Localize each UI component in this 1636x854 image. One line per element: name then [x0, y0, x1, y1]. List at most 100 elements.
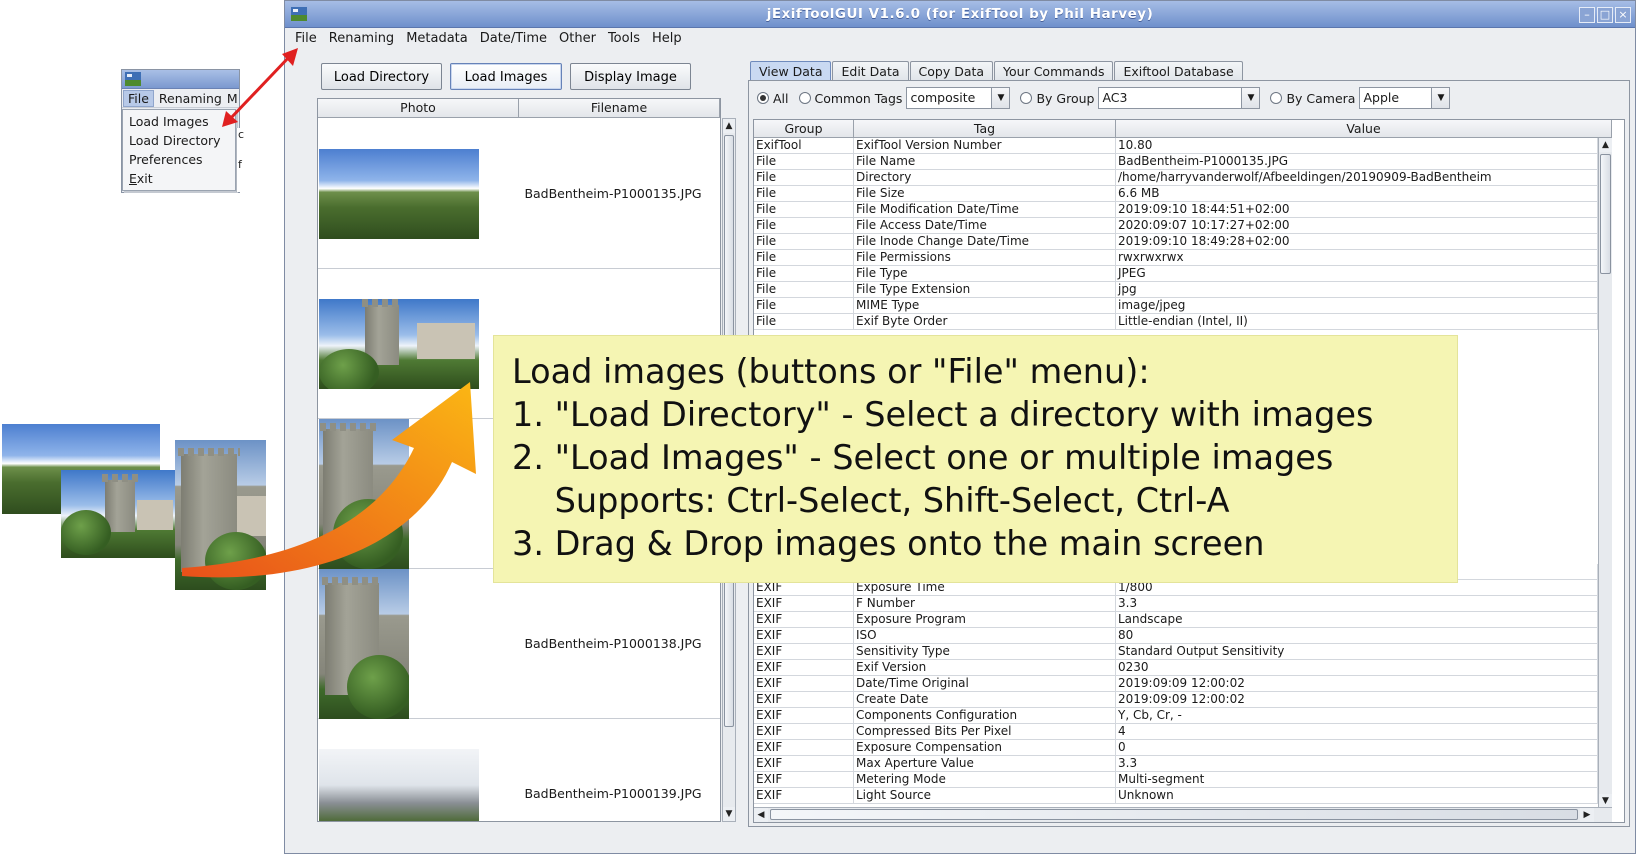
chevron-down-icon[interactable]: ▼ [1241, 88, 1260, 108]
tag-cell: Create Date [854, 692, 1116, 707]
radio-all[interactable] [757, 92, 769, 104]
callout-line: 1. "Load Directory" - Select a directory… [512, 395, 1374, 434]
menu-item-load-directory[interactable]: Load Directory [123, 131, 235, 150]
tag-cell: Exposure Program [854, 612, 1116, 627]
collage-photo-tower [175, 440, 266, 590]
table-row[interactable]: File File Permissions rwxrwxrwx [754, 250, 1598, 266]
scroll-up-icon[interactable]: ▲ [1599, 138, 1612, 152]
metadata-hscrollbar[interactable]: ◀ ▶ [754, 807, 1612, 822]
scroll-down-icon[interactable]: ▼ [723, 807, 735, 821]
table-row[interactable]: EXIF Exposure Time 1/800 [754, 580, 1598, 596]
table-row[interactable]: EXIF Max Aperture Value 3.3 [754, 756, 1598, 772]
radio-by-group-label: By Group [1036, 90, 1095, 106]
scroll-thumb[interactable] [1600, 154, 1611, 274]
chevron-down-icon[interactable]: ▼ [1431, 88, 1450, 108]
radio-by-group[interactable] [1020, 92, 1033, 104]
table-row[interactable]: File File Access Date/Time 2020:09:07 10:1… [754, 218, 1598, 234]
table-row[interactable]: EXIF F Number 3.3 [754, 596, 1598, 612]
menu-renaming[interactable]: Renaming [323, 31, 400, 46]
value-cell: 4 [1116, 724, 1598, 739]
by-group-select[interactable]: AC3 ▼ [1098, 87, 1261, 109]
table-row[interactable]: EXIF Compressed Bits Per Pixel 4 [754, 724, 1598, 740]
table-row[interactable]: File File Size 6.6 MB [754, 186, 1598, 202]
table-row[interactable]: EXIF Date/Time Original 2019:09:09 12:00:0… [754, 676, 1598, 692]
thumbnail [319, 149, 479, 239]
load-directory-button[interactable]: Load Directory [321, 63, 442, 90]
table-row[interactable]: File Directory/home/harryvanderwolf/Afbee… [754, 170, 1598, 186]
by-camera-select[interactable]: Apple ▼ [1359, 87, 1451, 109]
exit-rest: xit [136, 171, 153, 186]
scroll-thumb[interactable] [770, 809, 1578, 820]
title-bar[interactable]: jExifToolGUI V1.6.0 (for ExifTool by Phi… [285, 1, 1635, 28]
maximize-icon[interactable]: □ [1597, 7, 1613, 23]
menu-item-exit[interactable]: Exit [123, 169, 235, 188]
tab-exiftool-database[interactable]: Exiftool Database [1114, 61, 1243, 81]
scroll-down-icon[interactable]: ▼ [1599, 794, 1612, 808]
menu-help[interactable]: Help [646, 31, 688, 46]
menu-datetime[interactable]: Date/Time [474, 31, 553, 46]
col-tag[interactable]: Tag [854, 120, 1116, 137]
table-row[interactable]: File File Modification Date/Time 2019:09:1… [754, 202, 1598, 218]
table-row[interactable]: EXIF ISO 80 [754, 628, 1598, 644]
table-row[interactable]: File File Name BadBentheim-P1000135.JPG [754, 154, 1598, 170]
exit-mnemonic: E [129, 171, 137, 186]
table-row[interactable]: EXIF Metering Mode Multi-segment [754, 772, 1598, 788]
table-row[interactable]: BadBentheim-P1000138.JPG [318, 569, 720, 719]
table-row[interactable]: File File Inode Change Date/Time 2019:09:1… [754, 234, 1598, 250]
menu-file[interactable]: File [289, 31, 323, 46]
table-row[interactable]: EXIF Exposure Compensation 0 [754, 740, 1598, 756]
inset-menu-renaming[interactable]: Renaming [154, 91, 227, 106]
radio-common-tags[interactable] [798, 92, 811, 104]
col-value[interactable]: Value [1116, 120, 1612, 137]
group-cell: File [754, 154, 854, 169]
display-image-button[interactable]: Display Image [570, 63, 691, 90]
table-row[interactable]: BadBentheim-P1000135.JPG [318, 119, 720, 269]
tab-your-commands[interactable]: Your Commands [994, 61, 1114, 81]
table-row[interactable]: File File Type JPEG [754, 266, 1598, 282]
menu-tools[interactable]: Tools [602, 31, 646, 46]
group-cell: EXIF [754, 772, 854, 787]
table-row[interactable]: EXIF Light Source Unknown [754, 788, 1598, 804]
menu-metadata[interactable]: Metadata [400, 31, 474, 46]
filename-cell: BadBentheim-P1000135.JPG [524, 186, 702, 201]
inset-menu-metadata[interactable]: M [227, 91, 238, 106]
table-row[interactable]: File File Type Extension jpg [754, 282, 1598, 298]
chevron-down-icon[interactable]: ▼ [991, 88, 1010, 108]
menu-bar: File Renaming Metadata Date/Time Other T… [285, 28, 1635, 49]
table-row[interactable]: BadBentheim-P1000139.JPG [318, 719, 720, 821]
table-row[interactable]: EXIF Sensitivity Type Standard Output Sens… [754, 644, 1598, 660]
minimize-icon[interactable]: – [1579, 7, 1595, 23]
table-row[interactable]: EXIF Create Date 2019:09:09 12:00:02 [754, 692, 1598, 708]
group-cell: File [754, 266, 854, 281]
load-images-button[interactable]: Load Images [450, 63, 562, 90]
menu-item-load-images[interactable]: Load Images [123, 112, 235, 131]
castle-building [417, 323, 475, 359]
close-icon[interactable]: × [1615, 7, 1631, 23]
scroll-right-icon[interactable]: ▶ [1580, 808, 1594, 822]
table-row[interactable]: File MIME Type image/jpeg [754, 298, 1598, 314]
table-row[interactable]: File Exif Byte Order Little-endian (Intel,… [754, 314, 1598, 330]
value-cell: Standard Output Sensitivity [1116, 644, 1598, 659]
inset-menu-file[interactable]: File [123, 89, 154, 107]
table-row[interactable]: EXIF Components Configuration Y, Cb, Cr, - [754, 708, 1598, 724]
tab-edit-data[interactable]: Edit Data [832, 61, 909, 81]
radio-by-camera[interactable] [1270, 92, 1283, 104]
tab-copy-data[interactable]: Copy Data [909, 61, 994, 81]
callout-line: 2. "Load Images" - Select one or multipl… [512, 438, 1334, 477]
col-group[interactable]: Group [754, 120, 854, 137]
scroll-up-icon[interactable]: ▲ [723, 119, 735, 133]
col-photo[interactable]: Photo [318, 99, 519, 117]
table-row[interactable]: EXIF Exposure Program Landscape [754, 612, 1598, 628]
tab-view-data[interactable]: View Data [750, 61, 832, 81]
common-tags-select[interactable]: composite ▼ [906, 87, 1011, 109]
menu-other[interactable]: Other [553, 31, 602, 46]
thumbnail [319, 749, 479, 821]
table-row[interactable]: ExifTool ExifTool Version Number 10.80 [754, 138, 1598, 154]
col-filename[interactable]: Filename [519, 99, 720, 117]
table-row[interactable]: EXIF Exif Version 0230 [754, 660, 1598, 676]
scroll-left-icon[interactable]: ◀ [754, 808, 768, 822]
callout-line: 3. Drag & Drop images onto the main scre… [512, 524, 1265, 563]
menu-item-preferences[interactable]: Preferences [123, 150, 235, 169]
metadata-scrollbar[interactable]: ▲ ▼ [1598, 138, 1612, 808]
tag-cell: Exposure Compensation [854, 740, 1116, 755]
